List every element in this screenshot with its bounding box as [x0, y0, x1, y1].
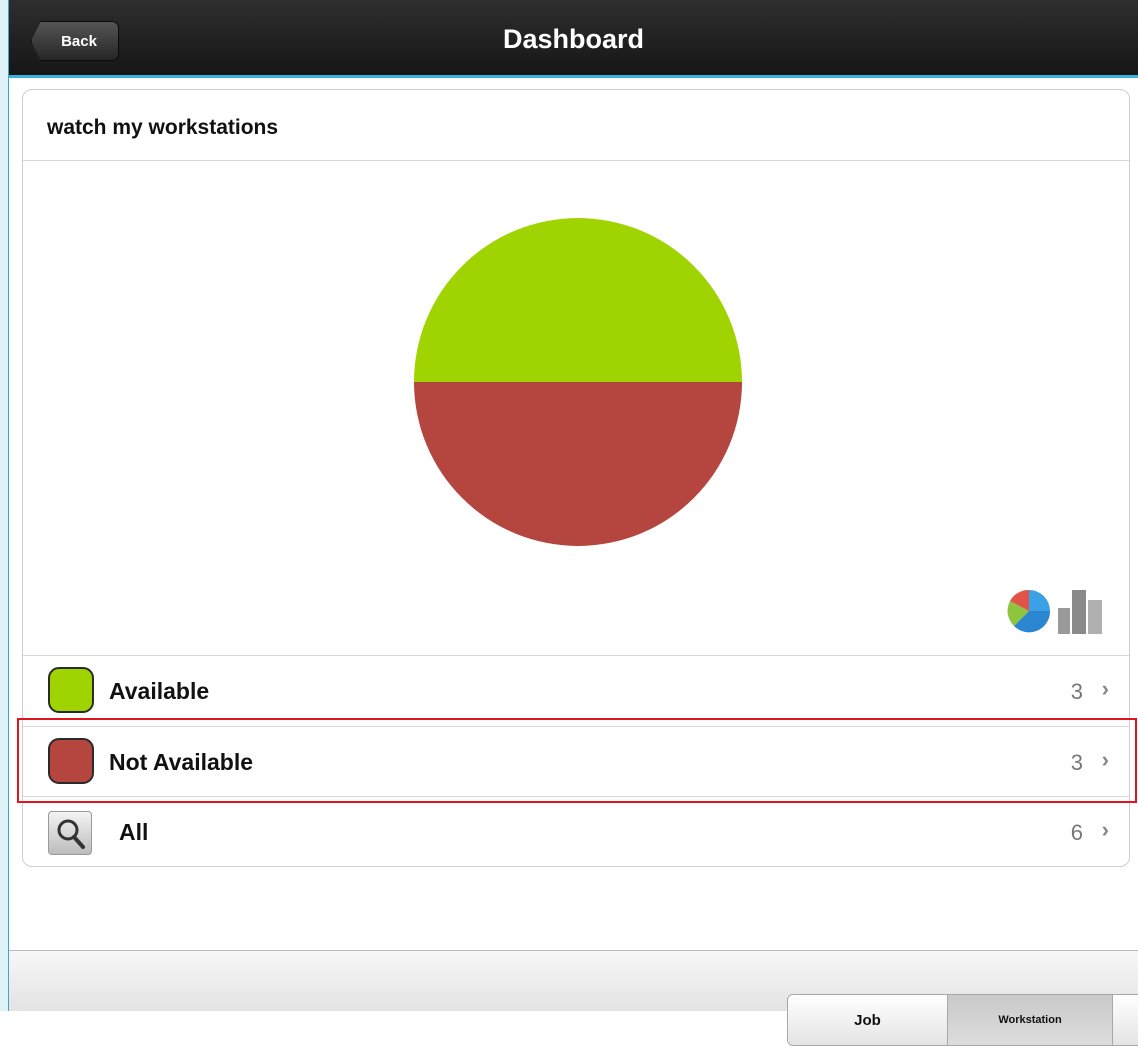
- list-item-all[interactable]: All 6 ›: [23, 797, 1129, 867]
- bar-chart-icon[interactable]: [1056, 582, 1106, 634]
- back-button[interactable]: Back: [31, 21, 119, 61]
- pie-chart-icon[interactable]: [1006, 588, 1052, 634]
- left-edge-strip: [0, 0, 9, 1011]
- panel-title: watch my workstations: [47, 116, 279, 139]
- title-divider: [23, 160, 1129, 161]
- chevron-right-icon: ›: [1101, 747, 1109, 772]
- header-bar: Dashboard: [9, 0, 1138, 78]
- row-count: 3: [1070, 750, 1083, 775]
- tab-workstation[interactable]: Workstation: [948, 995, 1113, 1045]
- chevron-right-icon: ›: [1101, 676, 1109, 701]
- green-swatch-icon: [48, 667, 94, 713]
- red-swatch-icon: [48, 738, 94, 784]
- tab-job[interactable]: Job: [788, 995, 948, 1045]
- list-item-not-available[interactable]: Not Available 3 ›: [23, 727, 1129, 797]
- row-label: Not Available: [109, 749, 253, 775]
- workstations-panel: watch my workstations Available 3 › Not …: [22, 89, 1130, 867]
- tab-more[interactable]: [1113, 995, 1138, 1045]
- status-pie-chart: [414, 218, 742, 546]
- pie-slice-available[interactable]: [414, 218, 742, 382]
- row-count: 6: [1070, 820, 1083, 845]
- pie-slice-not-available[interactable]: [414, 382, 742, 546]
- page-title: Dashboard: [502, 24, 645, 54]
- tab-bar: Job Workstation: [787, 994, 1138, 1046]
- list-item-available[interactable]: Available 3 ›: [23, 656, 1129, 726]
- row-count: 3: [1070, 679, 1083, 704]
- search-icon: [48, 811, 92, 855]
- chevron-right-icon: ›: [1101, 817, 1109, 842]
- row-label: All: [119, 819, 149, 845]
- row-label: Available: [109, 678, 210, 704]
